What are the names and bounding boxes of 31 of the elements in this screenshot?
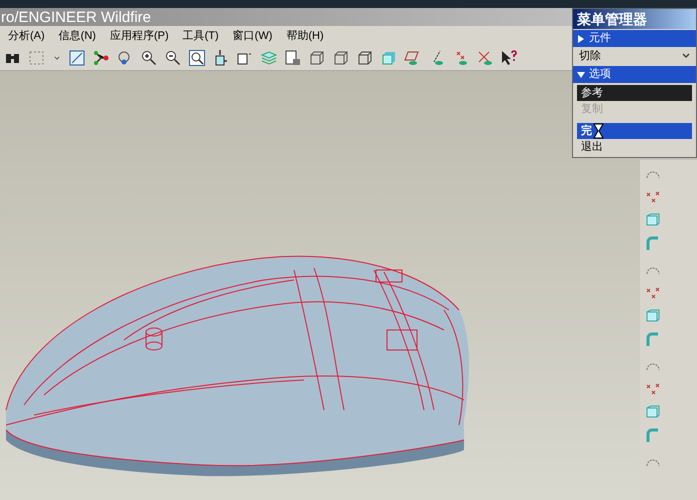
- zoom-out-icon[interactable]: [164, 49, 182, 67]
- menu-item[interactable]: 信息(N): [58, 28, 96, 44]
- menu-item[interactable]: 工具(T): [182, 28, 219, 44]
- zoom-in-icon[interactable]: [140, 49, 158, 67]
- caret-icon: [682, 53, 690, 59]
- wireframe-cube-icon[interactable]: [308, 49, 326, 67]
- menu-option[interactable]: 退出: [577, 139, 692, 155]
- menu-item[interactable]: 应用程序(P): [110, 28, 169, 44]
- down-triangle-icon: [577, 70, 585, 78]
- node-link-icon[interactable]: [92, 49, 110, 67]
- coordinate-system-icon[interactable]: [476, 49, 494, 67]
- layers-icon[interactable]: [260, 49, 278, 67]
- no-hidden-cube-icon[interactable]: [356, 49, 374, 67]
- section-header[interactable]: 元件: [573, 30, 696, 47]
- dropdown-field[interactable]: 切除: [573, 47, 696, 65]
- menu-option[interactable]: 参考: [577, 85, 692, 101]
- selection-box-icon[interactable]: [28, 49, 46, 67]
- window-title: ro/ENGINEER Wildfire: [1, 10, 152, 24]
- menu-item[interactable]: 分析(A): [8, 28, 45, 44]
- panel-title: 菜单管理器: [573, 9, 696, 29]
- menu-option[interactable]: 完: [577, 123, 692, 139]
- zoom-fit-icon[interactable]: [188, 49, 206, 67]
- sketch-window-icon[interactable]: [68, 49, 86, 67]
- hidden-line-cube-icon[interactable]: [332, 49, 350, 67]
- menu-item[interactable]: 窗口(W): [232, 28, 272, 44]
- menu-item[interactable]: 帮助(H): [286, 28, 324, 44]
- hourglass-cursor-icon: [593, 123, 604, 139]
- help-cursor-icon[interactable]: [500, 49, 518, 67]
- section-header[interactable]: 选项: [573, 66, 696, 83]
- right-triangle-icon: [577, 34, 585, 42]
- shaded-cube-icon[interactable]: [380, 49, 398, 67]
